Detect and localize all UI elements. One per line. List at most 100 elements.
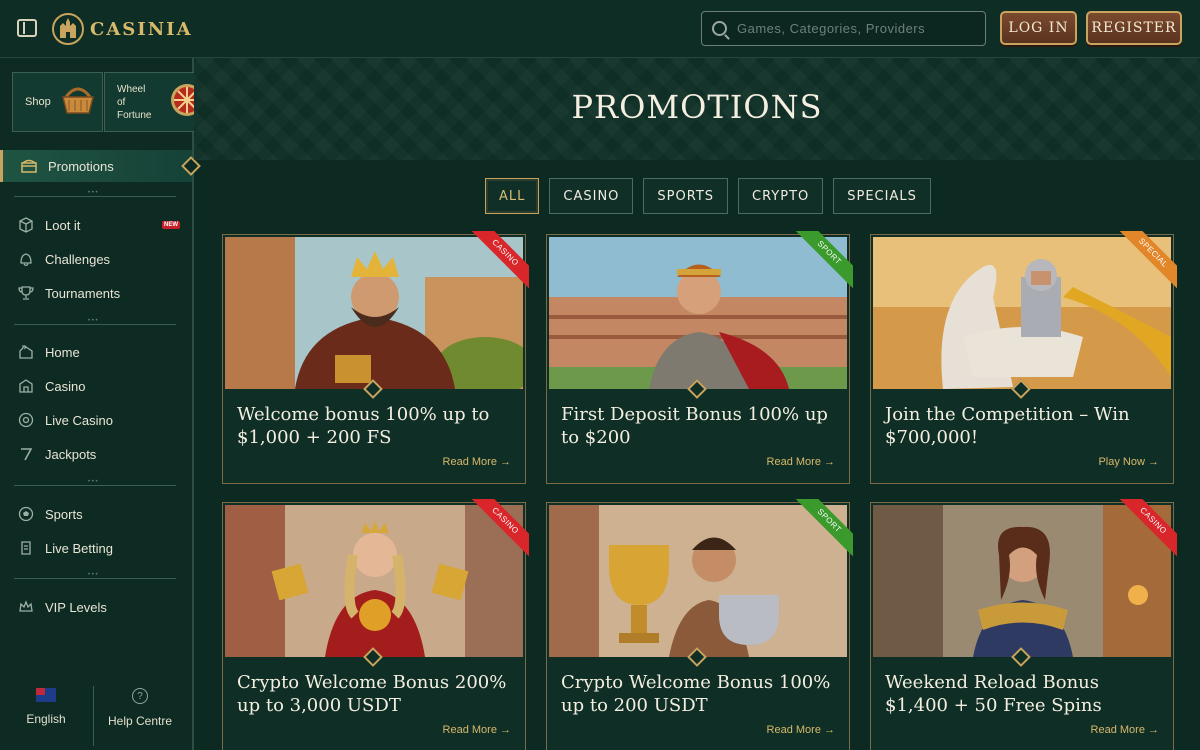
- sidebar-item-challenges[interactable]: Challenges: [0, 243, 192, 275]
- promo-card[interactable]: SPECIAL Join the Competition – Win $700,…: [870, 231, 1177, 484]
- live-icon: [18, 540, 34, 556]
- home-icon: [18, 344, 34, 360]
- read-more-link[interactable]: Read More →: [1091, 724, 1159, 736]
- register-button[interactable]: REGISTER: [1086, 11, 1182, 45]
- search-icon: [712, 21, 727, 36]
- ribbon-tag: CASINO: [1117, 499, 1177, 559]
- promotions-hero: PROMOTIONS: [194, 58, 1200, 160]
- help-centre-link[interactable]: ? Help Centre: [94, 688, 186, 728]
- promo-card[interactable]: SPORT Crypto Welcome Bonus 100% up to 20…: [546, 499, 853, 750]
- ribbon-tag: SPORT: [793, 231, 853, 291]
- brand-name: CASINIA: [90, 18, 193, 40]
- sidebar-item-label: Tournaments: [45, 285, 121, 301]
- filter-tabs: ALL CASINO SPORTS CRYPTO SPECIALS: [485, 178, 941, 214]
- filter-tab-sports[interactable]: SPORTS: [643, 178, 729, 214]
- play-now-link[interactable]: Play Now →: [1098, 456, 1159, 468]
- ball-icon: [18, 506, 34, 522]
- sidebar-item-home[interactable]: Home: [0, 336, 192, 368]
- shop-tile-label: Shop: [25, 96, 51, 108]
- promo-title: Crypto Welcome Bonus 100% up to 200 USDT: [561, 672, 831, 716]
- wheel-of-fortune-tile[interactable]: Wheel of Fortune: [104, 72, 202, 132]
- sidebar-item-label: VIP Levels: [45, 599, 107, 615]
- help-label: Help Centre: [107, 714, 173, 728]
- sidebar-item-loot-it[interactable]: Loot it NEW: [0, 209, 192, 241]
- sidebar-item-label: Home: [45, 344, 80, 360]
- roulette-icon: [18, 412, 34, 428]
- search-box[interactable]: [701, 11, 986, 46]
- ribbon: CASINO: [469, 231, 529, 291]
- bell-icon: [18, 251, 34, 267]
- filter-tab-specials[interactable]: SPECIALS: [833, 178, 931, 214]
- sidebar-item-label: Jackpots: [45, 446, 97, 462]
- help-icon: ?: [132, 688, 148, 704]
- sidebar-item-label: Challenges: [45, 251, 111, 267]
- casino-icon: [18, 378, 34, 394]
- seven-icon: [18, 446, 34, 462]
- sidebar-item-jackpots[interactable]: Jackpots: [0, 438, 192, 470]
- shop-tile[interactable]: Shop: [12, 72, 103, 132]
- trophy-icon: [18, 285, 34, 301]
- sidebar-footer: English ? Help Centre: [0, 678, 192, 746]
- sidebar-divider: [14, 572, 176, 579]
- language-selector[interactable]: English: [0, 688, 92, 726]
- sidebar-item-live-casino[interactable]: Live Casino: [0, 404, 192, 436]
- promo-title: Join the Competition – Win $700,000!: [885, 404, 1130, 448]
- sidebar-toggle-icon[interactable]: [17, 19, 37, 37]
- promo-title: Welcome bonus 100% up to $1,000 + 200 FS: [237, 404, 490, 448]
- sidebar-item-label: Loot it: [45, 217, 81, 233]
- ribbon-tag: CASINO: [469, 499, 529, 559]
- brand-logo[interactable]: CASINIA: [52, 10, 193, 48]
- read-more-link[interactable]: Read More →: [443, 456, 511, 468]
- castle-logo-icon: [52, 12, 84, 46]
- filter-tab-crypto[interactable]: CRYPTO: [738, 178, 824, 214]
- sidebar-item-label: Live Betting: [45, 540, 113, 556]
- basket-icon: [62, 87, 94, 114]
- ribbon: SPECIAL: [1117, 231, 1177, 291]
- sidebar-item-sports[interactable]: Sports: [0, 498, 192, 530]
- promo-title: Crypto Welcome Bonus 200% up to 3,000 US…: [237, 672, 507, 716]
- filter-tab-casino[interactable]: CASINO: [549, 178, 634, 214]
- ribbon-tag: SPORT: [793, 499, 853, 559]
- login-button[interactable]: LOG IN: [1000, 11, 1077, 45]
- ribbon: SPORT: [793, 499, 853, 559]
- read-more-link[interactable]: Read More →: [443, 724, 511, 736]
- sidebar-divider: [14, 318, 176, 325]
- sidebar-item-label: Promotions: [48, 158, 114, 174]
- flag-icon: [36, 688, 56, 702]
- sidebar-item-promotions[interactable]: Promotions: [0, 150, 201, 182]
- promo-card[interactable]: SPORT First Deposit Bonus 100% up to $20…: [546, 231, 853, 484]
- sidebar-item-label: Casino: [45, 378, 86, 394]
- language-label: English: [26, 712, 66, 726]
- sidebar-item-casino[interactable]: Casino: [0, 370, 192, 402]
- promo-card[interactable]: CASINO Crypto Welcome Bonus 200% up to 3…: [222, 499, 529, 750]
- chest-icon: [21, 158, 37, 174]
- sidebar-divider: [14, 479, 176, 486]
- wheel-tile-label: Wheel of Fortune: [117, 83, 152, 121]
- ribbon: SPORT: [793, 231, 853, 291]
- box-icon: [18, 217, 34, 233]
- new-badge: NEW: [162, 221, 180, 229]
- ribbon: CASINO: [1117, 499, 1177, 559]
- sidebar-divider: [14, 190, 176, 197]
- read-more-link[interactable]: Read More →: [767, 456, 835, 468]
- sidebar-item-label: Live Casino: [45, 412, 113, 428]
- promo-card[interactable]: CASINO Welcome bonus 100% up to $1,000 +…: [222, 231, 529, 484]
- quick-tiles: Shop Wheel of Fortune: [12, 72, 202, 132]
- ribbon-tag: SPECIAL: [1117, 231, 1177, 291]
- read-more-link[interactable]: Read More →: [767, 724, 835, 736]
- crown-icon: [18, 599, 34, 615]
- promo-title: Weekend Reload Bonus $1,400 + 50 Free Sp…: [885, 672, 1102, 716]
- filter-tab-all[interactable]: ALL: [485, 178, 540, 214]
- promo-title: First Deposit Bonus 100% up to $200: [561, 404, 828, 448]
- sidebar-item-tournaments[interactable]: Tournaments: [0, 277, 192, 309]
- sidebar-item-vip-levels[interactable]: VIP Levels: [0, 591, 192, 623]
- top-bar: CASINIA LOG IN REGISTER: [0, 0, 1200, 58]
- ribbon-tag: CASINO: [469, 231, 529, 291]
- sidebar: Shop Wheel of Fortune Promotions • • • L…: [0, 58, 202, 750]
- page-title: PROMOTIONS: [571, 88, 823, 126]
- sidebar-item-live-betting[interactable]: Live Betting: [0, 532, 192, 564]
- ribbon: CASINO: [469, 499, 529, 559]
- promo-card[interactable]: CASINO Weekend Reload Bonus $1,400 + 50 …: [870, 499, 1177, 750]
- sidebar-item-label: Sports: [45, 506, 83, 522]
- search-input[interactable]: [737, 21, 977, 36]
